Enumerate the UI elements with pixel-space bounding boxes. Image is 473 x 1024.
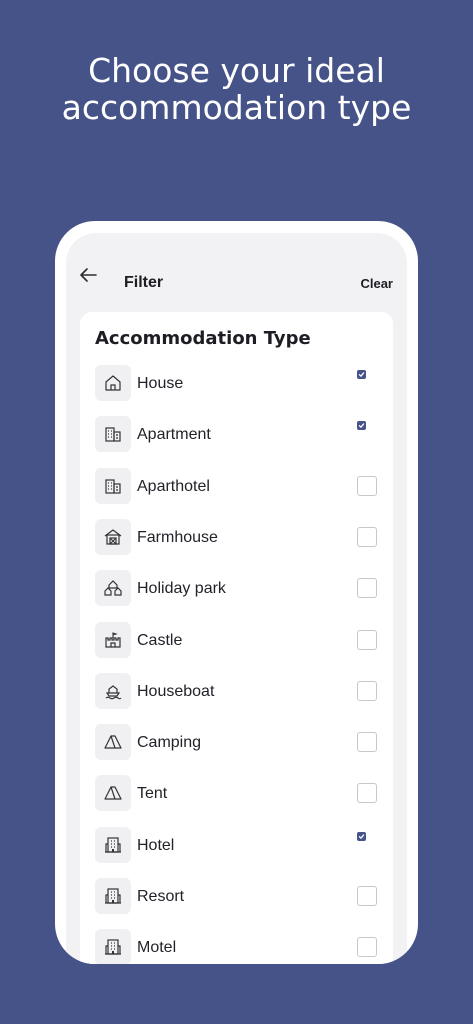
farmhouse-icon (104, 529, 122, 545)
option-icon-tile (95, 622, 131, 658)
option-label: Castle (137, 632, 183, 649)
option-row[interactable]: Hotel (95, 827, 385, 865)
holiday-park-icon (104, 580, 122, 596)
checkbox-unchecked[interactable] (357, 732, 377, 752)
headline-line-1: Choose your ideal (88, 51, 385, 90)
option-row[interactable]: Aparthotel (95, 468, 385, 506)
option-label: Farmhouse (137, 529, 218, 546)
checkbox-checked[interactable] (357, 421, 366, 430)
option-row[interactable]: Farmhouse (95, 519, 385, 557)
app-bar: Filter Clear (66, 233, 407, 313)
option-label: Camping (137, 734, 202, 751)
option-icon-tile (95, 570, 131, 606)
option-row[interactable]: Resort (95, 878, 385, 916)
option-icon-tile (95, 775, 131, 811)
checkbox-unchecked[interactable] (357, 630, 377, 650)
page-title: Filter (124, 274, 164, 291)
option-row[interactable]: House (95, 365, 385, 403)
option-label: Apartment (137, 426, 211, 443)
house-icon (105, 375, 121, 391)
filter-screen: Filter Clear Accommodation Type House Apa… (66, 233, 407, 964)
option-row[interactable]: Apartment (95, 416, 385, 454)
option-icon-tile (95, 519, 131, 555)
option-row[interactable]: Houseboat (95, 673, 385, 711)
option-icon-tile (95, 468, 131, 504)
checkbox-unchecked[interactable] (357, 578, 377, 598)
option-row[interactable]: Camping (95, 724, 385, 762)
headline: Choose your ideal accommodation type (0, 52, 473, 126)
option-label: Motel (137, 939, 177, 956)
tent-icon (104, 786, 122, 800)
checkbox-unchecked[interactable] (357, 681, 377, 701)
option-icon-tile (95, 416, 131, 452)
option-label: Aparthotel (137, 478, 210, 495)
checkbox-unchecked[interactable] (357, 476, 377, 496)
accommodation-type-card: Accommodation Type House Apartment Apartho… (80, 312, 393, 964)
checkbox-unchecked[interactable] (357, 783, 377, 803)
option-label: Tent (137, 785, 168, 802)
hotel-icon (105, 837, 121, 853)
building-icon (105, 479, 121, 494)
phone-frame: Filter Clear Accommodation Type House Apa… (55, 221, 418, 964)
castle-icon (105, 632, 121, 648)
checkbox-checked[interactable] (357, 832, 366, 841)
checkbox-unchecked[interactable] (357, 886, 377, 906)
checkmark-icon (358, 372, 365, 377)
option-icon-tile (95, 365, 131, 401)
option-icon-tile (95, 724, 131, 760)
hotel-icon (105, 939, 121, 955)
section-title: Accommodation Type (95, 328, 311, 349)
arrow-left-icon[interactable] (79, 267, 97, 283)
hotel-icon (105, 888, 121, 904)
checkbox-checked[interactable] (357, 370, 366, 379)
option-label: Houseboat (137, 683, 215, 700)
houseboat-icon (105, 685, 122, 700)
option-row[interactable]: Motel (95, 929, 385, 964)
option-label: Holiday park (137, 580, 226, 597)
checkbox-unchecked[interactable] (357, 937, 377, 957)
option-label: Resort (137, 888, 185, 905)
tent-icon (104, 735, 122, 749)
option-label: Hotel (137, 837, 175, 854)
option-label: House (137, 375, 184, 392)
checkmark-icon (358, 423, 365, 428)
building-icon (105, 427, 121, 442)
option-icon-tile (95, 827, 131, 863)
headline-line-2: accommodation type (61, 88, 412, 127)
checkbox-unchecked[interactable] (357, 527, 377, 547)
option-row[interactable]: Castle (95, 622, 385, 660)
option-icon-tile (95, 929, 131, 964)
clear-button[interactable]: Clear (360, 276, 393, 292)
option-icon-tile (95, 673, 131, 709)
option-row[interactable]: Tent (95, 775, 385, 813)
checkmark-icon (358, 834, 365, 839)
option-row[interactable]: Holiday park (95, 570, 385, 608)
option-icon-tile (95, 878, 131, 914)
